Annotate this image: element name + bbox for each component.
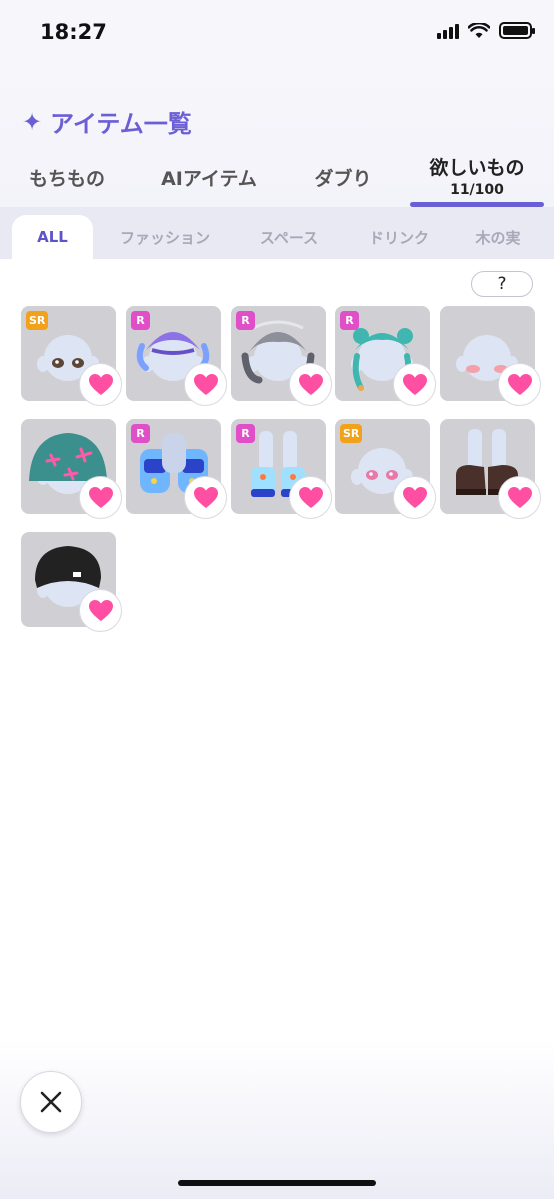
tab-label: 欲しいもの: [429, 157, 525, 179]
heart-icon: [507, 373, 532, 395]
status-time: 18:27: [40, 20, 107, 44]
rarity-badge: R: [340, 311, 359, 330]
item-card[interactable]: [440, 306, 541, 406]
item-card[interactable]: R: [231, 419, 332, 519]
tab-duplicates[interactable]: ダブり: [296, 150, 390, 207]
bottom-fade: [0, 1040, 554, 1199]
category-space[interactable]: スペース: [240, 215, 338, 259]
favorite-button[interactable]: [289, 476, 332, 519]
wifi-icon: [468, 22, 490, 38]
heart-icon: [298, 373, 323, 395]
favorite-button[interactable]: [79, 589, 122, 632]
item-card[interactable]: [440, 419, 541, 519]
sparkle-icon: ✦: [22, 107, 43, 136]
tab-mochimono[interactable]: もちもの: [12, 150, 122, 207]
home-indicator: [178, 1180, 376, 1186]
category-drink[interactable]: ドリンク: [352, 215, 446, 259]
page-title: ✦ アイテム一覧: [22, 104, 192, 139]
tab-label: ダブり: [314, 168, 372, 190]
rarity-badge: R: [131, 311, 150, 330]
category-tabs: ALL ファッション スペース ドリンク 木の実: [0, 207, 554, 259]
heart-icon: [88, 373, 113, 395]
close-button[interactable]: [20, 1071, 82, 1133]
favorite-button[interactable]: [79, 363, 122, 406]
tab-label: もちもの: [28, 168, 105, 190]
item-card[interactable]: SR: [335, 419, 436, 519]
rarity-badge: R: [131, 424, 150, 443]
heart-icon: [88, 599, 113, 621]
item-card[interactable]: R: [231, 306, 332, 406]
heart-icon: [402, 373, 427, 395]
category-all[interactable]: ALL: [12, 215, 93, 259]
item-card[interactable]: R: [335, 306, 436, 406]
rarity-badge: R: [236, 311, 255, 330]
heart-icon: [193, 486, 218, 508]
item-card[interactable]: R: [126, 419, 227, 519]
heart-icon: [193, 373, 218, 395]
page-title-text: アイテム一覧: [50, 110, 192, 138]
wishlist-count: 11/100: [450, 182, 504, 198]
favorite-button[interactable]: [289, 363, 332, 406]
tab-ai-items[interactable]: AIアイテム: [142, 150, 276, 207]
rarity-badge: SR: [340, 424, 363, 443]
category-fashion[interactable]: ファッション: [104, 215, 226, 259]
tab-label: AIアイテム: [161, 168, 257, 190]
category-nuts[interactable]: 木の実: [458, 215, 538, 259]
battery-icon: [499, 22, 535, 39]
app-screen: 18:27 ✦ アイテム一覧 もちもの AIアイテム ダブり 欲しいもの 11/…: [0, 0, 554, 1199]
favorite-button[interactable]: [79, 476, 122, 519]
rarity-badge: SR: [26, 311, 49, 330]
tab-wishlist[interactable]: 欲しいもの 11/100: [410, 150, 544, 207]
item-card[interactable]: SR: [21, 306, 122, 406]
item-card[interactable]: [21, 419, 122, 519]
favorite-button[interactable]: [393, 476, 436, 519]
status-icons: [437, 22, 535, 39]
main-tabs: もちもの AIアイテム ダブり 欲しいもの 11/100: [0, 150, 554, 207]
close-icon: [40, 1091, 62, 1113]
favorite-button[interactable]: [184, 476, 227, 519]
favorite-button[interactable]: [498, 476, 541, 519]
favorite-button[interactable]: [184, 363, 227, 406]
header: 18:27 ✦ アイテム一覧 もちもの AIアイテム ダブり 欲しいもの 11/…: [0, 0, 554, 207]
heart-icon: [507, 486, 532, 508]
heart-icon: [298, 486, 323, 508]
help-button[interactable]: ?: [471, 271, 533, 297]
favorite-button[interactable]: [498, 363, 541, 406]
rarity-badge: R: [236, 424, 255, 443]
favorite-button[interactable]: [393, 363, 436, 406]
cellular-signal-icon: [437, 23, 459, 39]
item-card[interactable]: R: [126, 306, 227, 406]
item-card[interactable]: [21, 532, 122, 632]
heart-icon: [402, 486, 427, 508]
heart-icon: [88, 486, 113, 508]
